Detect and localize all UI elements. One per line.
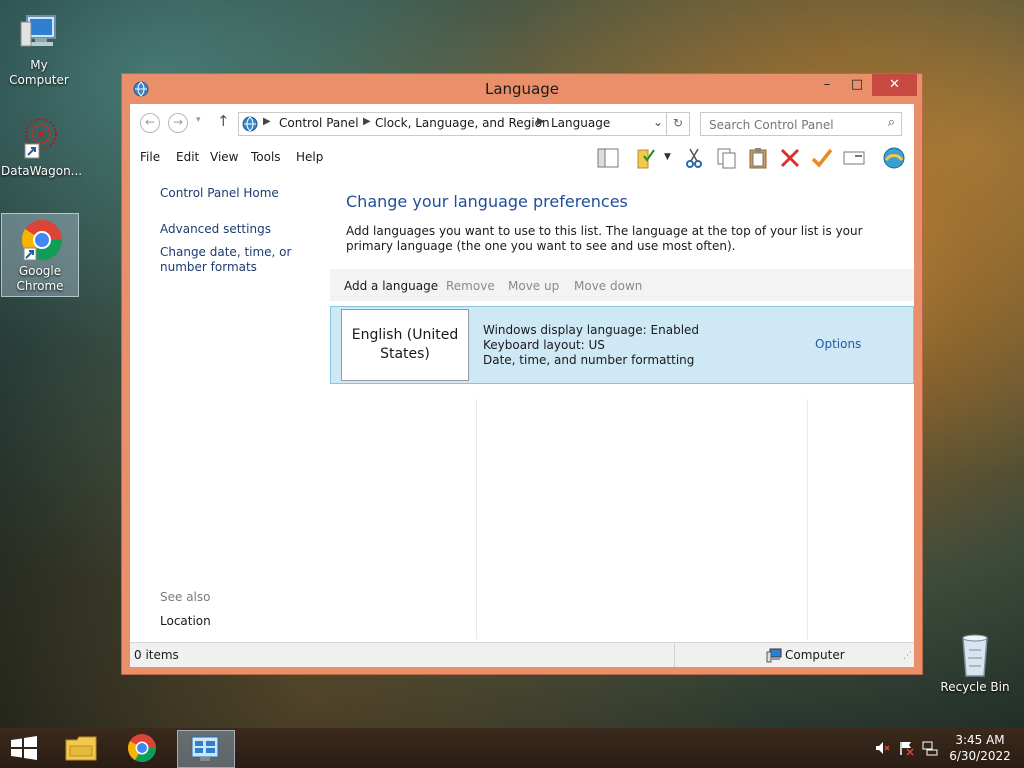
command-bar: Add a language Remove Move up Move down: [330, 269, 914, 301]
address-row: ← → ▾ ↑ ▶ Control Panel ▶ Clock, Languag…: [130, 104, 914, 142]
network-icon[interactable]: [922, 740, 938, 756]
recycle-bin-icon: [951, 630, 999, 678]
window-titlebar[interactable]: Language – □ ✕: [122, 74, 922, 104]
language-name-tile[interactable]: English (United States): [341, 309, 469, 381]
forward-button[interactable]: →: [168, 113, 188, 133]
page-description: Add languages you want to use to this li…: [346, 224, 863, 253]
taskbar-chrome[interactable]: [115, 730, 171, 766]
breadcrumb-separator-icon: ▶: [537, 116, 545, 127]
add-language-button[interactable]: Add a language: [344, 279, 438, 293]
action-center-flag-icon[interactable]: [898, 740, 914, 756]
view-icon[interactable]: [842, 146, 866, 170]
layout-pane-icon[interactable]: [596, 146, 620, 170]
web-browser-icon[interactable]: [882, 146, 906, 170]
window-title: Language: [484, 80, 560, 98]
status-divider: [674, 643, 675, 667]
recent-locations-chevron-icon[interactable]: ▾: [196, 115, 201, 125]
desktop-icon-recycle-bin[interactable]: Recycle Bin: [937, 630, 1013, 695]
back-button[interactable]: ←: [140, 113, 160, 133]
menu-file[interactable]: File: [140, 150, 160, 164]
folder-options-icon[interactable]: [634, 146, 658, 170]
address-dropdown-chevron-icon[interactable]: ⌄: [653, 115, 663, 129]
sidebar-advanced-settings[interactable]: Advanced settings: [160, 222, 271, 237]
menu-edit[interactable]: Edit: [176, 150, 199, 164]
search-input[interactable]: [707, 115, 876, 135]
status-item-count: 0 items: [134, 648, 179, 662]
volume-muted-icon[interactable]: [874, 740, 890, 756]
see-also-location-link[interactable]: Location: [160, 614, 211, 628]
delete-icon[interactable]: [778, 146, 802, 170]
status-location: Computer: [785, 648, 845, 662]
breadcrumb-language[interactable]: Language: [551, 116, 610, 130]
sidebar-control-panel-home[interactable]: Control Panel Home: [160, 186, 279, 201]
menu-help[interactable]: Help: [296, 150, 323, 164]
breadcrumb-separator-icon: ▶: [263, 116, 271, 127]
start-windows-icon[interactable]: [10, 736, 38, 760]
language-window: Language – □ ✕ ← → ▾ ↑ ▶ Control Panel ▶…: [122, 74, 922, 674]
resize-grip-icon[interactable]: ⋰: [903, 651, 912, 661]
computer-icon: [15, 8, 63, 56]
control-panel-icon: [190, 734, 220, 764]
column-divider: [476, 399, 477, 639]
close-button[interactable]: ✕: [872, 74, 917, 96]
language-detail-display: Windows display language: Enabled: [483, 323, 700, 337]
properties-check-icon[interactable]: [810, 146, 834, 170]
menu-tools[interactable]: Tools: [251, 150, 281, 164]
chrome-icon: [16, 214, 64, 262]
datawagon-icon: [15, 114, 63, 162]
taskbar-clock[interactable]: 3:45 AM 6/30/2022: [948, 732, 1012, 764]
sidebar: Control Panel Home Advanced settings Cha…: [130, 172, 330, 642]
move-up-button[interactable]: Move up: [508, 279, 559, 293]
desktop-icon-datawagon[interactable]: DataWagon...: [1, 114, 82, 179]
refresh-button[interactable]: ↻: [666, 112, 690, 136]
taskbar-control-panel[interactable]: [177, 730, 235, 768]
page-title: Change your language preferences: [346, 192, 628, 211]
folder-icon: [65, 734, 97, 762]
chrome-icon: [127, 733, 157, 763]
desktop-icon-google-chrome[interactable]: Google Chrome: [1, 213, 79, 297]
move-down-button[interactable]: Move down: [574, 279, 642, 293]
minimize-button[interactable]: –: [812, 74, 842, 96]
cut-icon[interactable]: [682, 146, 706, 170]
see-also-heading: See also: [160, 590, 211, 604]
language-detail-formatting: Date, time, and number formatting: [483, 353, 695, 367]
menu-view[interactable]: View: [210, 150, 238, 164]
paste-icon[interactable]: [746, 146, 770, 170]
up-button[interactable]: ↑: [217, 112, 230, 130]
copy-icon[interactable]: [714, 146, 738, 170]
maximize-button[interactable]: □: [842, 74, 872, 96]
status-bar: 0 items Computer ⋰: [130, 642, 914, 667]
clock-date: 6/30/2022: [949, 749, 1011, 763]
language-row-english-us[interactable]: English (United States) Windows display …: [330, 306, 914, 384]
sidebar-change-date-time-formats[interactable]: Change date, time, or number formats: [160, 245, 325, 275]
taskbar-file-explorer[interactable]: [53, 730, 109, 766]
language-detail-keyboard: Keyboard layout: US: [483, 338, 605, 352]
taskbar: 3:45 AM 6/30/2022: [0, 728, 1024, 768]
folder-options-chevron-icon[interactable]: ▼: [664, 152, 671, 162]
clock-time: 3:45 AM: [955, 733, 1005, 747]
search-icon[interactable]: ⌕: [888, 115, 895, 130]
computer-icon: [766, 647, 782, 663]
language-options-link[interactable]: Options: [815, 337, 861, 351]
control-panel-icon: [241, 115, 259, 133]
breadcrumb-control-panel[interactable]: Control Panel: [279, 116, 359, 130]
column-divider: [807, 399, 808, 639]
window-client-area: ← → ▾ ↑ ▶ Control Panel ▶ Clock, Languag…: [130, 104, 914, 667]
remove-button[interactable]: Remove: [446, 279, 495, 293]
address-bar[interactable]: ▶ Control Panel ▶ Clock, Language, and R…: [238, 112, 690, 136]
search-box[interactable]: ⌕: [700, 112, 902, 136]
breadcrumb-clock-language-region[interactable]: Clock, Language, and Region: [375, 116, 550, 130]
desktop-icon-my-computer[interactable]: My Computer: [1, 8, 77, 88]
menu-bar: File Edit View Tools Help ▼: [130, 142, 914, 172]
breadcrumb-separator-icon: ▶: [363, 116, 371, 127]
